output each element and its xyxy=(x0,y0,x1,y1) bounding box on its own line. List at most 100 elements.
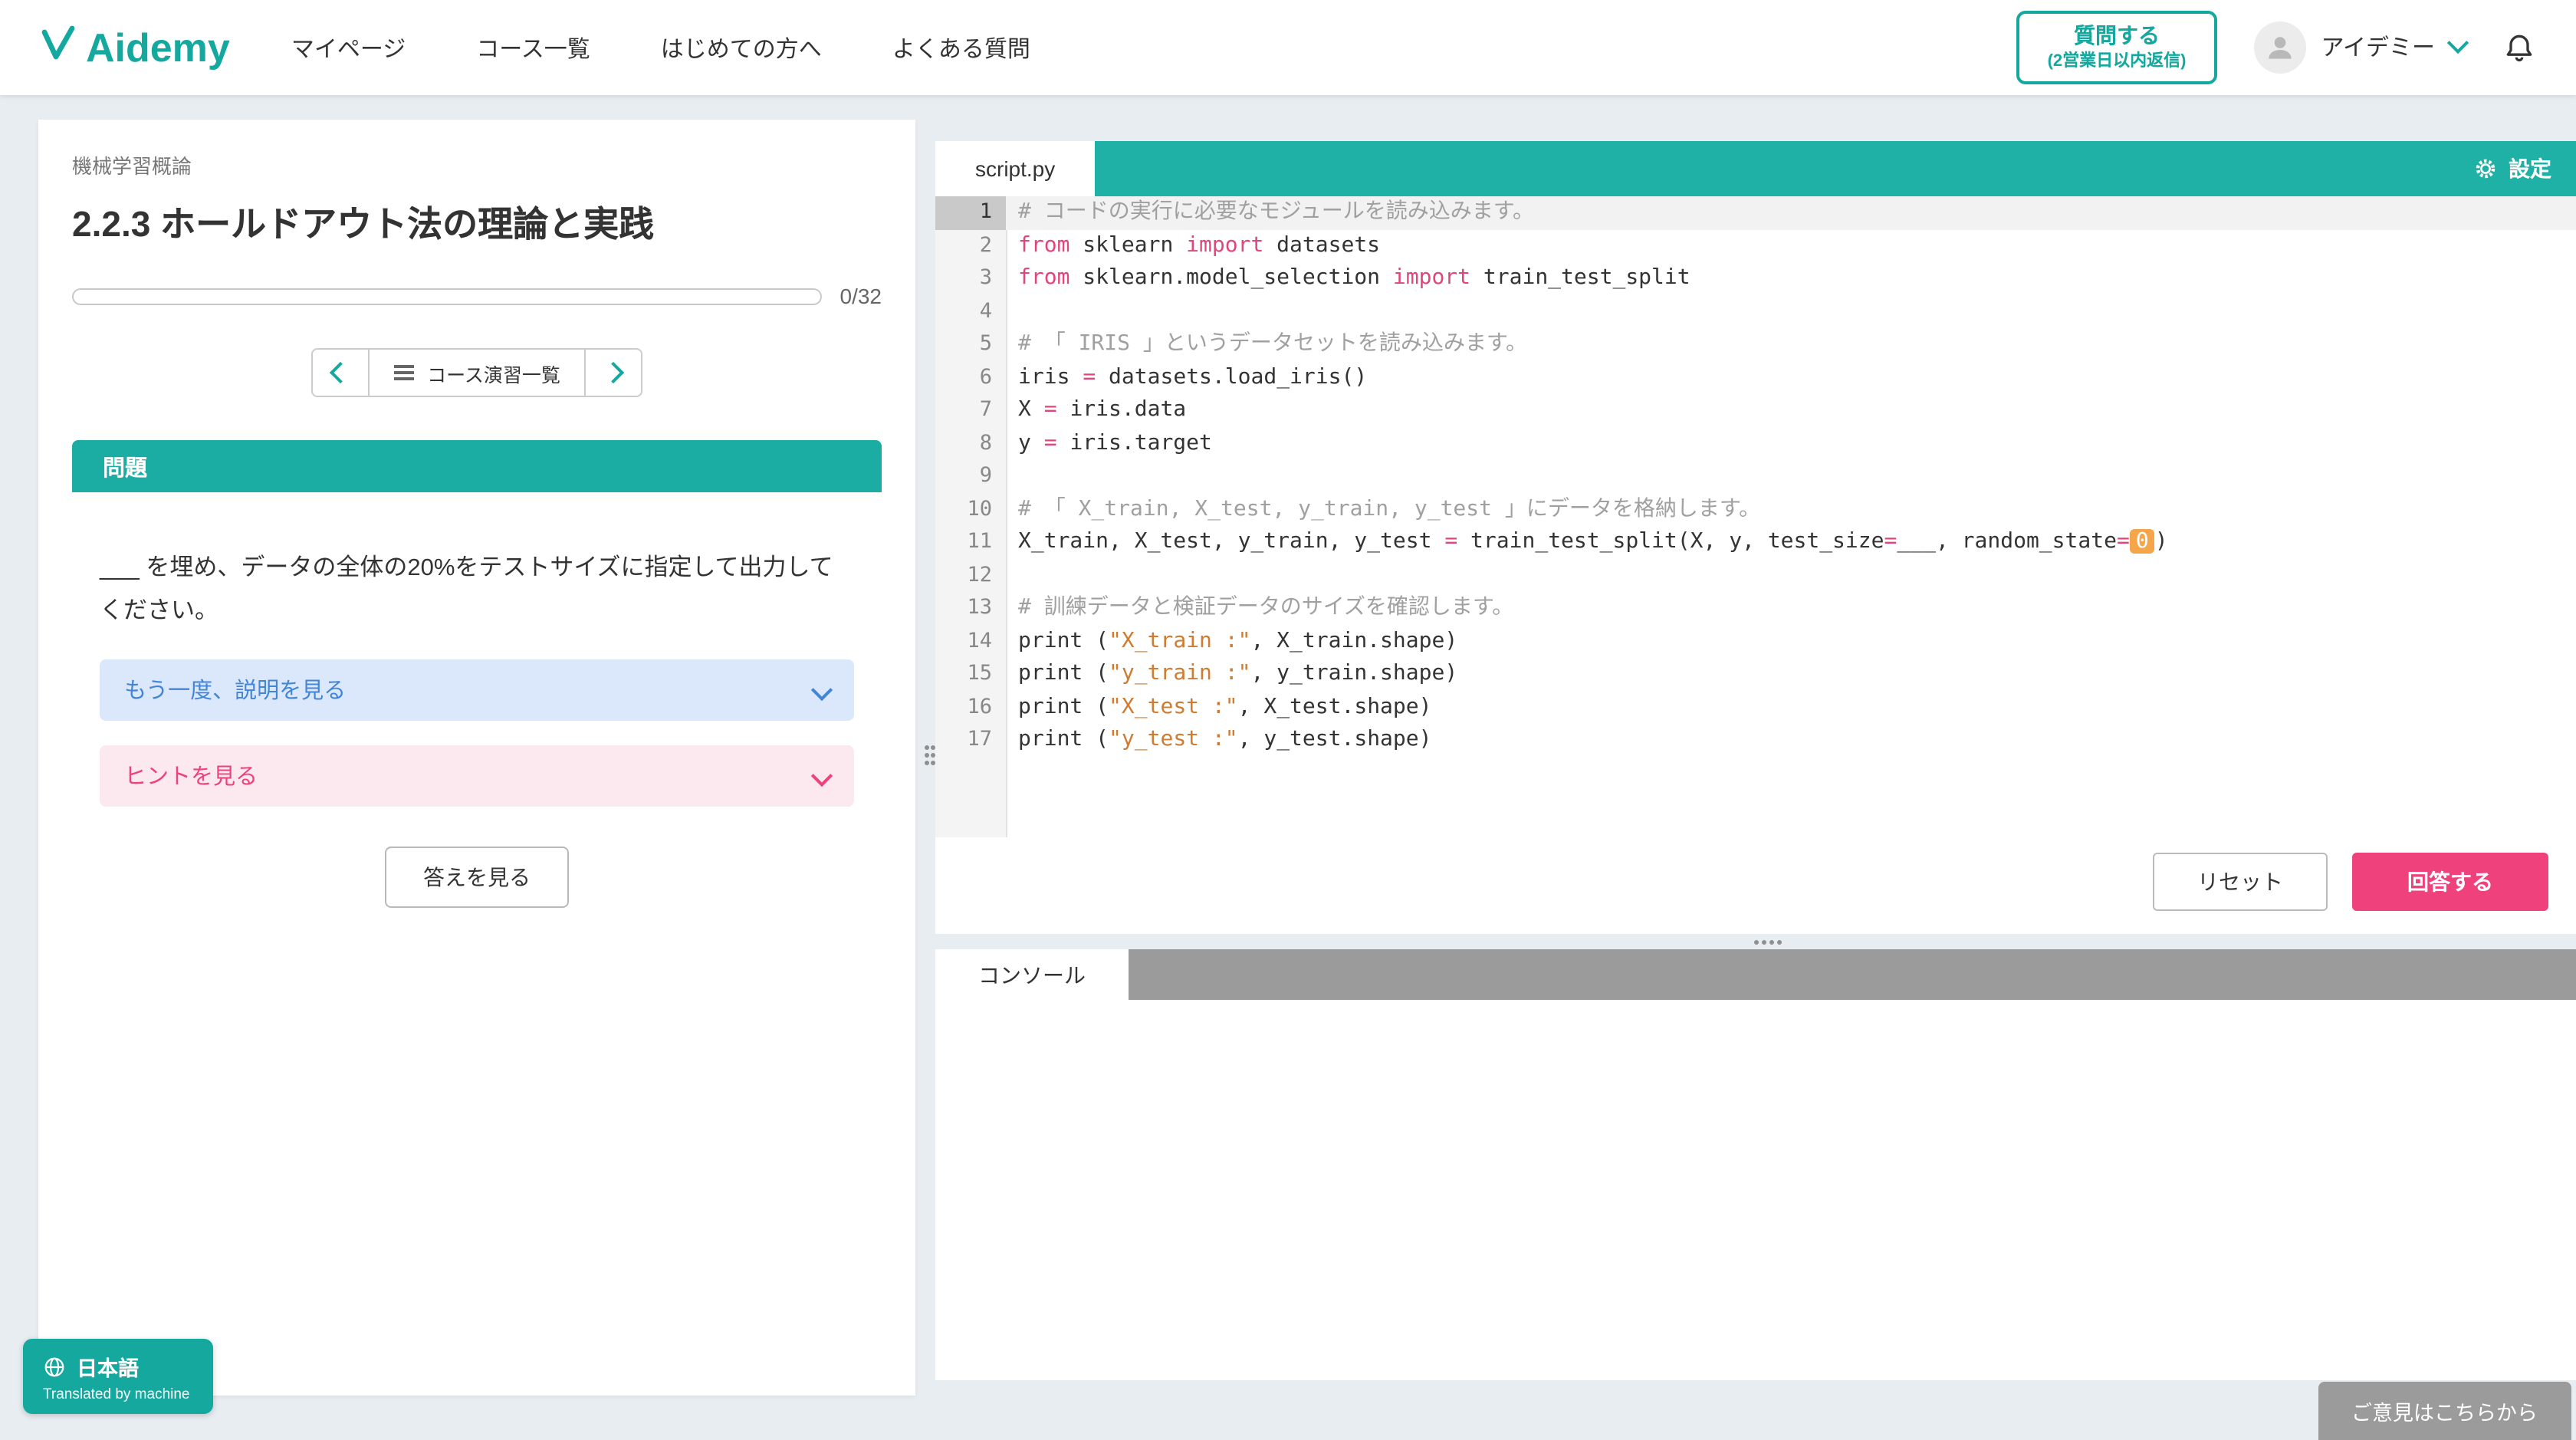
language-badge[interactable]: 日本語 Translated by machine xyxy=(23,1339,213,1414)
brand-name: Aidemy xyxy=(86,24,230,71)
line-number: 4 xyxy=(935,295,1006,328)
code-editor[interactable]: 1# コードの実行に必要なモジュールを読み込みます。2from sklearn … xyxy=(935,196,2576,837)
code-line[interactable]: 6iris = datasets.load_iris() xyxy=(935,361,2576,394)
reset-button[interactable]: リセット xyxy=(2153,853,2328,911)
code-line[interactable]: 4 xyxy=(935,295,2576,328)
editor-tab-bar: script.py 設定 xyxy=(935,141,2576,196)
language-label: 日本語 xyxy=(77,1351,139,1382)
console-output xyxy=(935,1000,2576,1380)
editor-actions: リセット 回答する xyxy=(935,837,2576,934)
aidemy-logo-mark-icon xyxy=(40,24,77,71)
ask-question-label: 質問する xyxy=(2074,21,2160,51)
problem-body: ___ を埋め、データの全体の20%をテストサイズに指定して出力してください。 … xyxy=(72,492,882,908)
line-number: 12 xyxy=(935,559,1006,592)
gear-icon xyxy=(2473,156,2498,181)
code-line[interactable]: 13# 訓練データと検証データのサイズを確認します。 xyxy=(935,592,2576,625)
notification-bell-icon[interactable] xyxy=(2502,31,2536,64)
progress-label: 0/32 xyxy=(840,284,882,308)
problem-header: 問題 xyxy=(72,440,882,492)
line-number: 15 xyxy=(935,658,1006,691)
panel-splitter-handle[interactable] xyxy=(918,739,935,756)
chevron-down-icon xyxy=(2447,33,2469,54)
code-line[interactable]: 15print ("y_train :", y_train.shape) xyxy=(935,658,2576,691)
line-number: 2 xyxy=(935,229,1006,262)
tab-console[interactable]: コンソール xyxy=(935,949,1129,1000)
line-number: 1 xyxy=(935,196,1006,229)
aidemy-logo[interactable]: Aidemy xyxy=(40,24,230,71)
list-icon xyxy=(393,371,413,374)
nav-item-beginners[interactable]: はじめての方へ xyxy=(661,31,822,64)
explanation-toggle[interactable]: もう一度、説明を見る xyxy=(100,659,854,721)
user-menu[interactable]: アイデミー xyxy=(2253,21,2466,74)
line-number: 10 xyxy=(935,493,1006,526)
question-text: ___ を埋め、データの全体の20%をテストサイズに指定して出力してください。 xyxy=(100,547,854,635)
next-exercise-button[interactable] xyxy=(585,348,643,397)
console-tab-bar-filler xyxy=(1129,949,2576,1000)
page: Aidemy マイページ コース一覧 はじめての方へ よくある質問 質問する (… xyxy=(0,0,2576,1440)
line-number: 16 xyxy=(935,691,1006,724)
hint-toggle[interactable]: ヒントを見る xyxy=(100,745,854,807)
line-number: 14 xyxy=(935,625,1006,658)
nav-item-course-list[interactable]: コース一覧 xyxy=(476,31,590,64)
exercise-nav-group: コース演習一覧 xyxy=(72,348,882,397)
ask-question-button[interactable]: 質問する (2営業日以内返信) xyxy=(2017,11,2217,84)
drag-dots-icon xyxy=(1753,939,1758,944)
line-number: 11 xyxy=(935,526,1006,559)
drag-dots-icon xyxy=(925,745,929,750)
line-number: 17 xyxy=(935,724,1006,757)
main-nav: マイページ コース一覧 はじめての方へ よくある質問 xyxy=(291,31,1030,64)
code-line[interactable]: 10# 「 X_train, X_test, y_train, y_test 」… xyxy=(935,493,2576,526)
console-tab-bar: コンソール xyxy=(935,949,2576,1000)
person-icon xyxy=(2262,31,2296,64)
breadcrumb: 機械学習概論 xyxy=(72,150,882,179)
explanation-toggle-label: もう一度、説明を見る xyxy=(124,674,346,706)
show-answer-button[interactable]: 答えを見る xyxy=(385,847,569,908)
progress-bar xyxy=(72,288,822,304)
page-title: 2.2.3 ホールドアウト法の理論と実践 xyxy=(72,195,882,247)
code-line[interactable]: 12 xyxy=(935,559,2576,592)
code-line[interactable]: 16print ("X_test :", X_test.shape) xyxy=(935,691,2576,724)
code-line[interactable]: 7X = iris.data xyxy=(935,394,2576,427)
chevron-down-icon xyxy=(811,679,833,701)
settings-button[interactable]: 設定 xyxy=(2473,153,2576,184)
code-lines: 1# コードの実行に必要なモジュールを読み込みます。2from sklearn … xyxy=(935,196,2576,757)
course-exercise-list-button[interactable]: コース演習一覧 xyxy=(367,348,586,397)
nav-item-faq[interactable]: よくある質問 xyxy=(892,31,1030,64)
feedback-button[interactable]: ご意見はこちらから xyxy=(2318,1382,2571,1440)
code-panel: script.py 設定 1# コードの実行に必要なモジュールを読み込みます。2… xyxy=(935,141,2576,1380)
prev-exercise-button[interactable] xyxy=(310,348,369,397)
code-line[interactable]: 1# コードの実行に必要なモジュールを読み込みます。 xyxy=(935,196,2576,229)
hint-toggle-label: ヒントを見る xyxy=(124,760,258,792)
avatar xyxy=(2253,21,2305,74)
globe-icon xyxy=(43,1355,66,1378)
code-line[interactable]: 9 xyxy=(935,460,2576,493)
lesson-panel: 機械学習概論 2.2.3 ホールドアウト法の理論と実践 0/32 コース演習一覧… xyxy=(38,120,915,1396)
course-exercise-list-label: コース演習一覧 xyxy=(427,358,560,387)
line-number: 7 xyxy=(935,394,1006,427)
progress-row: 0/32 xyxy=(72,284,882,308)
line-number: 5 xyxy=(935,328,1006,361)
chevron-down-icon xyxy=(811,765,833,787)
settings-label: 設定 xyxy=(2509,153,2551,184)
ask-question-sublabel: (2営業日以内返信) xyxy=(2048,51,2187,74)
code-line[interactable]: 8y = iris.target xyxy=(935,427,2576,460)
code-line[interactable]: 2from sklearn import datasets xyxy=(935,229,2576,262)
chevron-right-icon xyxy=(603,362,625,383)
code-line[interactable]: 14print ("X_train :", X_train.shape) xyxy=(935,625,2576,658)
chevron-left-icon xyxy=(329,362,350,383)
code-line[interactable]: 17print ("y_test :", y_test.shape) xyxy=(935,724,2576,757)
code-line[interactable]: 11X_train, X_test, y_train, y_test = tra… xyxy=(935,526,2576,559)
line-number: 9 xyxy=(935,460,1006,493)
code-line[interactable]: 5# 「 IRIS 」というデータセットを読み込みます。 xyxy=(935,328,2576,361)
console-splitter-handle[interactable] xyxy=(935,934,2576,949)
line-number: 6 xyxy=(935,361,1006,394)
line-number: 3 xyxy=(935,262,1006,295)
tab-script-py[interactable]: script.py xyxy=(935,141,1095,196)
code-line[interactable]: 3from sklearn.model_selection import tra… xyxy=(935,262,2576,295)
top-right-controls: 質問する (2営業日以内返信) アイデミー xyxy=(2017,11,2536,84)
line-number: 8 xyxy=(935,427,1006,460)
submit-answer-button[interactable]: 回答する xyxy=(2352,853,2548,911)
line-number: 13 xyxy=(935,592,1006,625)
translated-note: Translated by machine xyxy=(43,1386,190,1403)
nav-item-mypage[interactable]: マイページ xyxy=(291,31,406,64)
